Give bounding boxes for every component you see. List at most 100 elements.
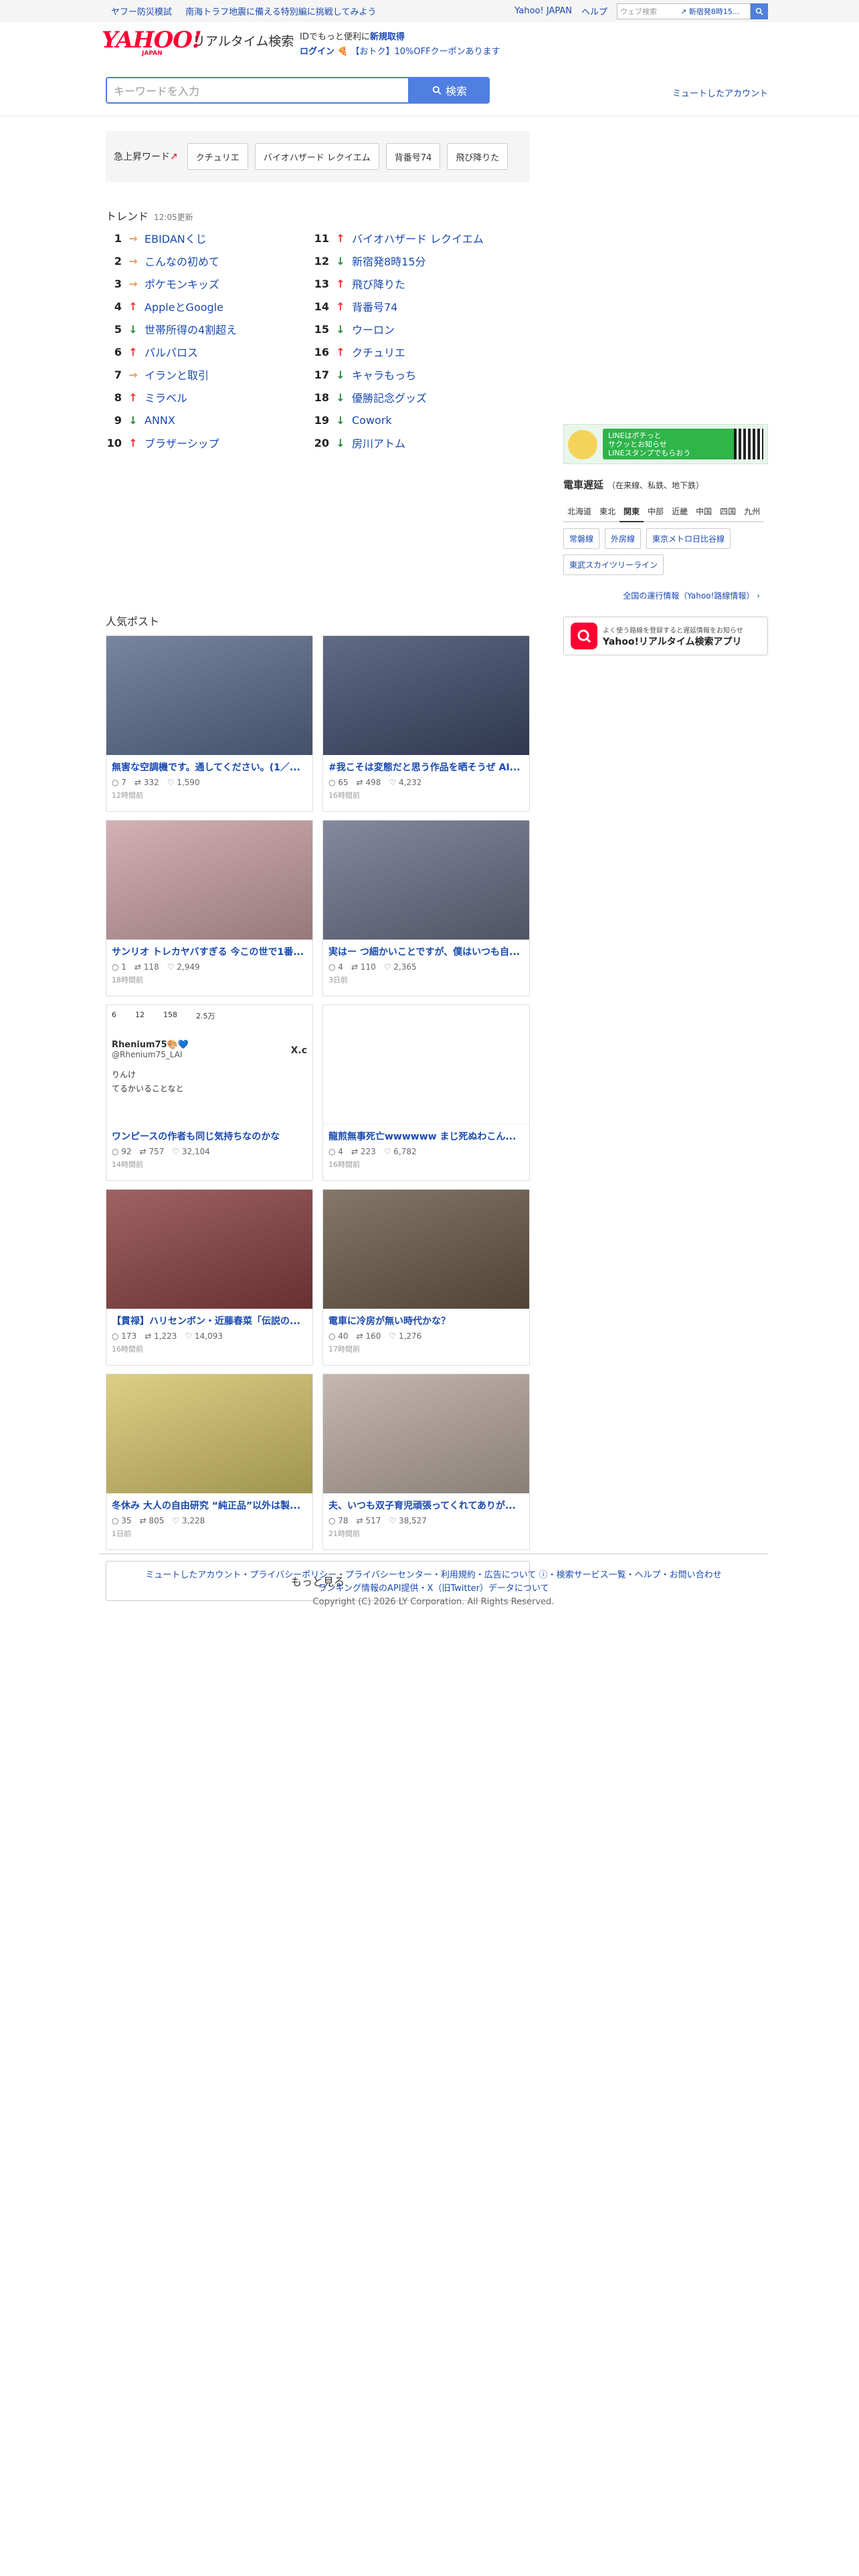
trend-link[interactable]: 優勝記念グッズ [352, 389, 427, 405]
trend-link[interactable]: イランと取引 [145, 366, 209, 383]
trend-link[interactable]: Cowork [352, 414, 392, 427]
yahoo-japan-link[interactable]: Yahoo! JAPAN [514, 6, 572, 16]
post-card[interactable]: 【貫禄】ハリセンボン・近藤春菜「伝説の... ○ 173 ⇄ 1,223 ♡ 14,0… [106, 1189, 313, 1366]
post-title[interactable]: サンリオ トレカヤバすぎる 今この世で1番... [106, 940, 312, 958]
region-tab[interactable]: 東北 [595, 502, 620, 522]
trend-item[interactable]: 9 ↓ ANNX [106, 412, 175, 428]
post-image[interactable] [323, 1374, 529, 1493]
post-image[interactable]: 6 12 158 2.5万 Rhenium75🎨💙 @Rhenium75_LAI X.c りん… [106, 1005, 312, 1124]
post-card[interactable]: 実はー つ細かいことですが、僕はいつも自... ○ 4 ⇄ 110 ♡ 2,365 3日… [322, 820, 530, 996]
web-search-button[interactable] [751, 3, 768, 19]
app-banner[interactable]: よく使う路線を登録すると遅延情報をお知らせ Yahoo!リアルタイム検索アプリ [563, 617, 768, 655]
trend-item[interactable]: 15 ↓ ウーロン [313, 321, 395, 337]
service-name[interactable]: リアルタイム検索 [193, 31, 294, 49]
trend-link[interactable]: ポケモンキッズ [145, 276, 219, 292]
post-title[interactable]: 龍煎無事死亡wwwwww まじ死ぬわこん... [323, 1124, 529, 1143]
register-link[interactable]: 新規取得 [370, 32, 405, 42]
trend-item[interactable]: 19 ↓ Cowork [313, 412, 392, 428]
line-ad-banner[interactable]: LINEはポチっと サクッとお知らせ LINEスタンプでもらおう [563, 424, 768, 464]
trend-link[interactable]: ブラザーシップ [145, 435, 219, 451]
trend-link[interactable]: パルパロス [145, 344, 198, 360]
trend-item[interactable]: 4 ↑ AppleとGoogle [106, 298, 223, 314]
post-card[interactable]: 無害な空調機です。通してください。(1／... ○ 7 ⇄ 332 ♡ 1,590 12… [106, 635, 313, 812]
trend-link[interactable]: 背番号74 [352, 298, 397, 314]
trend-item[interactable]: 7 → イランと取引 [106, 366, 209, 383]
trend-link[interactable]: 新宿発8時15分 [352, 253, 426, 269]
footer-links[interactable]: ミュートしたアカウント・プライバシーポリシー・プライバシーセンター・利用規約・広… [145, 1570, 721, 1580]
trend-item[interactable]: 6 ↑ パルパロス [106, 344, 198, 360]
trend-item[interactable]: 1 → EBIDANくじ [106, 230, 207, 246]
national-info-link[interactable]: 全国の運行情報（Yahoo!路線情報） › [623, 590, 760, 601]
post-image[interactable] [323, 1190, 529, 1309]
coupon-link[interactable]: 【おトク】10%OFFクーポンあります [351, 47, 500, 57]
rising-chip[interactable]: バイオハザード レクイエム [254, 143, 379, 170]
yahoo-logo[interactable]: YAHOO! JAPAN [102, 29, 202, 58]
trend-link[interactable]: AppleとGoogle [145, 298, 223, 314]
post-image[interactable] [323, 821, 529, 940]
post-card[interactable]: 電車に冷房が無い時代かな？ ○ 40 ⇄ 160 ♡ 1,276 17時間前 [322, 1189, 530, 1366]
trend-item[interactable]: 10 ↑ ブラザーシップ [106, 435, 219, 451]
post-image[interactable] [106, 1190, 312, 1309]
post-title[interactable]: 無害な空調機です。通してください。(1／... [106, 755, 312, 774]
post-image[interactable] [106, 821, 312, 940]
rising-chip[interactable]: クチュリエ [187, 143, 248, 170]
post-card[interactable]: サンリオ トレカヤバすぎる 今この世で1番... ○ 1 ⇄ 118 ♡ 2,949 1… [106, 820, 313, 996]
trend-item[interactable]: 17 ↓ キャラもっち [313, 366, 416, 383]
trend-link[interactable]: ミラベル [145, 389, 187, 405]
region-tab[interactable]: 中国 [692, 502, 717, 522]
trend-link[interactable]: EBIDANくじ [145, 230, 207, 246]
region-tab[interactable]: 中部 [644, 502, 668, 522]
trend-link[interactable]: ウーロン [352, 321, 395, 337]
login-link[interactable]: ログイン [300, 47, 335, 57]
trend-item[interactable]: 8 ↑ ミラベル [106, 389, 187, 405]
region-tab[interactable]: 関東 [619, 502, 644, 522]
promo-link-1[interactable]: ヤフー防災模試 [111, 7, 172, 17]
post-card[interactable]: 6 12 158 2.5万 Rhenium75🎨💙 @Rhenium75_LAI X.c りん… [106, 1004, 313, 1181]
trend-item[interactable]: 3 → ポケモンキッズ [106, 276, 219, 292]
trend-item[interactable]: 5 ↓ 世帯所得の4割超え [106, 321, 237, 337]
post-title[interactable]: #我こそは変態だと思う作品を晒そうぜ AI... [323, 755, 529, 774]
train-line-link[interactable]: 東武スカイツリーライン [563, 554, 664, 575]
post-title[interactable]: 電車に冷房が無い時代かな？ [323, 1309, 529, 1327]
post-card[interactable]: 夫、いつも双子育児頑張ってくれてありが... ○ 78 ⇄ 517 ♡ 38,527 2… [322, 1374, 530, 1550]
post-title[interactable]: 【貫禄】ハリセンボン・近藤春菜「伝説の... [106, 1309, 312, 1327]
trend-item[interactable]: 11 ↑ バイオハザード レクイエム [313, 230, 484, 246]
region-tab[interactable]: 四国 [716, 502, 741, 522]
region-tab[interactable]: 近畿 [668, 502, 692, 522]
train-line-link[interactable]: 常磐線 [563, 528, 600, 549]
search-button[interactable]: 検索 [409, 77, 490, 104]
region-tab[interactable]: 北海道 [563, 502, 596, 522]
trend-item[interactable]: 14 ↑ 背番号74 [313, 298, 398, 314]
post-image[interactable] [323, 1005, 529, 1124]
trend-item[interactable]: 12 ↓ 新宿発8時15分 [313, 253, 426, 269]
post-image[interactable] [323, 636, 529, 755]
post-title[interactable]: 実はー つ細かいことですが、僕はいつも自... [323, 940, 529, 958]
post-card[interactable]: 冬休み 大人の自由研究 “純正品”以外は製... ○ 35 ⇄ 805 ♡ 3,228… [106, 1374, 313, 1550]
trend-link[interactable]: バイオハザード レクイエム [352, 230, 484, 246]
trend-item[interactable]: 13 ↑ 飛び降りた [313, 276, 405, 292]
trend-link[interactable]: 房川アトム [352, 435, 405, 451]
train-line-link[interactable]: 外房線 [605, 528, 642, 549]
web-search-input[interactable]: ウェブ検索 ↗ 新宿発8時15... [617, 3, 751, 19]
trend-link[interactable]: ANNX [145, 414, 175, 427]
post-image[interactable] [106, 1374, 312, 1493]
post-card[interactable]: 龍煎無事死亡wwwwww まじ死ぬわこん... ○ 4 ⇄ 223 ♡ 6,782 16… [322, 1004, 530, 1181]
trend-item[interactable]: 18 ↓ 優勝記念グッズ [313, 389, 427, 405]
post-card[interactable]: #我こそは変態だと思う作品を晒そうぜ AI... ○ 65 ⇄ 498 ♡ 4,232… [322, 635, 530, 812]
trend-link[interactable]: 飛び降りた [352, 276, 405, 292]
footer-links-2[interactable]: ランキング情報のAPI提供・X（旧Twitter）データについて [318, 1584, 549, 1594]
rising-chip[interactable]: 背番号74 [385, 143, 441, 170]
trend-link[interactable]: こんなの初めて [145, 253, 219, 269]
trend-link[interactable]: キャラもっち [352, 366, 416, 383]
post-title[interactable]: ワンピースの作者も同じ気持ちなのかな [106, 1124, 312, 1143]
trend-item[interactable]: 2 → こんなの初めて [106, 253, 219, 269]
trend-item[interactable]: 20 ↓ 房川アトム [313, 435, 405, 451]
rising-chip[interactable]: 飛び降りた [447, 143, 508, 170]
region-tab[interactable]: 九州 [740, 502, 765, 522]
muted-accounts-link[interactable]: ミュートしたアカウント [672, 86, 768, 99]
post-image[interactable] [106, 636, 312, 755]
trend-item[interactable]: 16 ↑ クチュリエ [313, 344, 405, 360]
post-title[interactable]: 冬休み 大人の自由研究 “純正品”以外は製... [106, 1493, 312, 1512]
trend-link[interactable]: 世帯所得の4割超え [145, 321, 237, 337]
trend-link[interactable]: クチュリエ [352, 344, 405, 360]
